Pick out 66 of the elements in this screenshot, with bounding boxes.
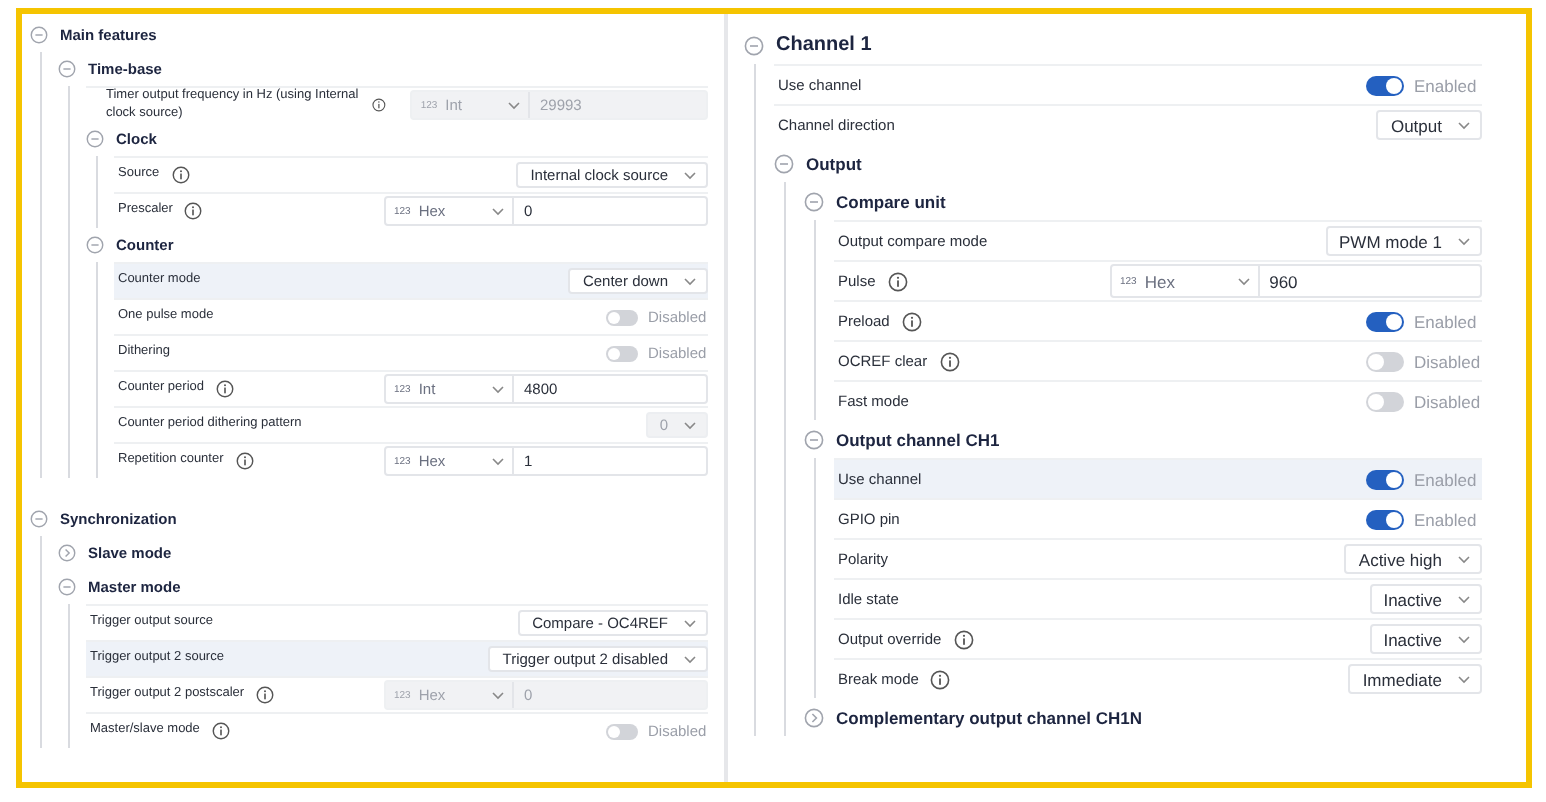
chevron-down-icon	[684, 655, 696, 663]
chevron-down-icon	[1237, 277, 1250, 285]
info-icon[interactable]	[939, 351, 960, 371]
collapse-icon[interactable]	[30, 510, 48, 528]
chevron-down-icon	[492, 207, 504, 215]
toggle-switch[interactable]	[1366, 469, 1404, 489]
expand-icon[interactable]	[804, 707, 824, 727]
collapse-icon[interactable]	[86, 130, 104, 148]
value-input[interactable]: 960	[1259, 266, 1480, 296]
dropdown[interactable]: Inactive	[1369, 624, 1482, 654]
collapse-icon[interactable]	[58, 578, 76, 596]
info-icon[interactable]	[887, 271, 908, 291]
section-title[interactable]: Output	[806, 153, 862, 173]
expand-icon[interactable]	[58, 544, 76, 562]
dropdown[interactable]: Active high	[1344, 544, 1482, 574]
info-icon[interactable]	[184, 202, 203, 220]
toggle-switch[interactable]	[1366, 509, 1404, 529]
info-icon[interactable]	[171, 166, 190, 184]
toggle-label: Disabled	[1414, 391, 1482, 411]
chevron-down-icon	[1458, 237, 1470, 245]
chevron-down-icon	[492, 457, 504, 465]
info-icon[interactable]	[216, 380, 234, 398]
section-title[interactable]: Channel 1	[776, 34, 872, 56]
chevron-down-icon	[684, 171, 696, 179]
collapse-icon[interactable]	[774, 153, 794, 173]
toggle-switch[interactable]	[1366, 311, 1404, 331]
section-title[interactable]: Output channel CH1	[836, 429, 1000, 449]
chevron-down-icon	[684, 421, 696, 429]
toggle-label: Enabled	[1414, 311, 1479, 331]
chevron-down-icon	[684, 619, 696, 627]
toggle-label: Enabled	[1414, 509, 1479, 529]
chevron-down-icon	[1458, 555, 1470, 563]
toggle-label: Enabled	[1414, 469, 1479, 489]
toggle-label: Enabled	[1414, 75, 1479, 95]
collapse-icon[interactable]	[804, 191, 824, 211]
dropdown[interactable]: Inactive	[1369, 584, 1482, 614]
collapse-icon[interactable]	[86, 236, 104, 254]
info-icon[interactable]	[211, 722, 230, 740]
chevron-down-icon	[1458, 121, 1470, 129]
toggle-switch[interactable]	[606, 723, 638, 739]
info-icon[interactable]	[235, 452, 254, 470]
collapse-icon[interactable]	[804, 429, 824, 449]
dropdown[interactable]: Immediate	[1348, 664, 1482, 694]
chevron-down-icon	[1458, 675, 1470, 683]
dropdown[interactable]: PWM mode 1	[1325, 226, 1482, 256]
toggle-switch[interactable]	[1366, 391, 1404, 411]
section-title[interactable]: Compare unit	[836, 191, 946, 211]
chevron-down-icon	[1458, 595, 1470, 603]
toggle-switch[interactable]	[606, 345, 638, 361]
collapse-icon[interactable]	[58, 60, 76, 78]
collapse-icon[interactable]	[30, 26, 48, 44]
chevron-down-icon	[492, 385, 504, 393]
toggle-switch[interactable]	[1366, 351, 1404, 371]
chevron-down-icon	[684, 277, 696, 285]
section-title[interactable]: Complementary output channel CH1N	[836, 707, 1143, 727]
info-icon[interactable]	[930, 669, 951, 689]
chevron-down-icon	[1458, 635, 1470, 643]
chevron-down-icon	[492, 691, 504, 699]
info-icon[interactable]	[901, 311, 922, 331]
info-icon[interactable]	[953, 629, 974, 649]
chevron-down-icon	[507, 101, 520, 109]
dropdown[interactable]: Output	[1376, 110, 1482, 140]
toggle-switch[interactable]	[1366, 75, 1404, 95]
toggle-switch[interactable]	[606, 309, 638, 325]
toggle-label: Disabled	[1414, 351, 1482, 371]
collapse-icon[interactable]	[744, 35, 764, 55]
